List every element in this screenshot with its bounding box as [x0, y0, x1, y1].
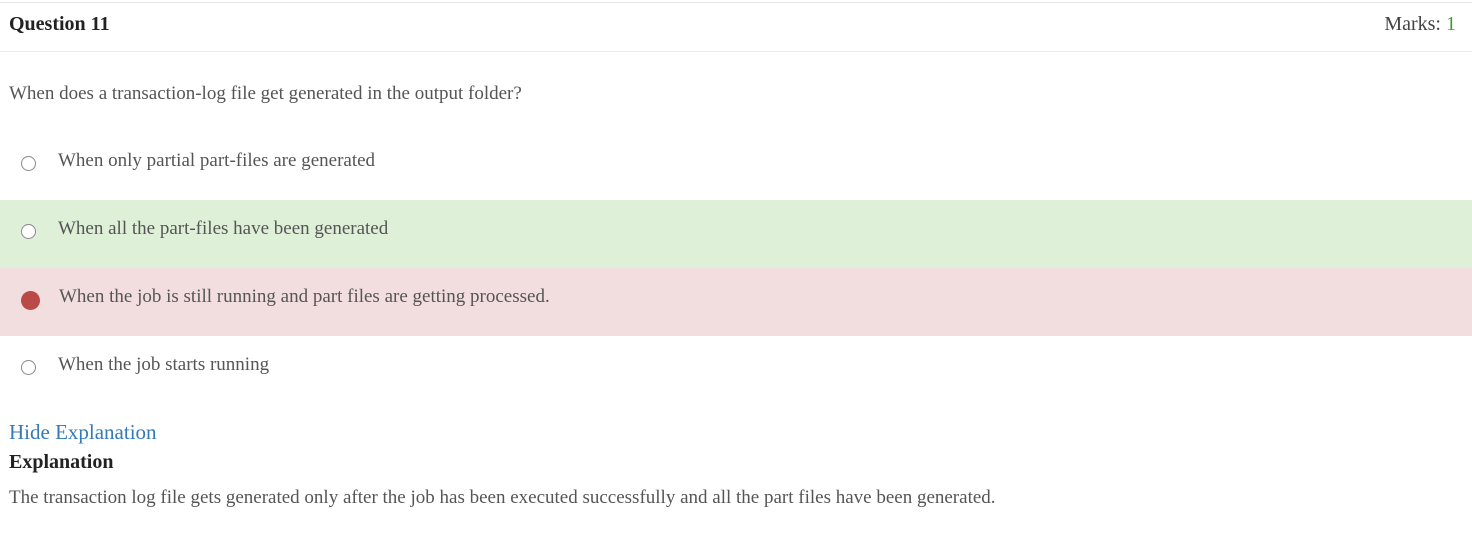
- answer-option-1[interactable]: When only partial part-files are generat…: [0, 132, 1472, 200]
- radio-button[interactable]: [21, 224, 36, 239]
- radio-button-selected[interactable]: [21, 291, 40, 310]
- answer-option-4[interactable]: When the job starts running: [0, 336, 1472, 404]
- answer-option-2-correct[interactable]: When all the part-files have been genera…: [0, 200, 1472, 268]
- answer-option-label: When only partial part-files are generat…: [58, 150, 376, 171]
- marks-value: 1: [1446, 13, 1456, 35]
- question-title: Question 11: [9, 13, 110, 35]
- explanation-title: Explanation: [9, 451, 114, 473]
- answer-option-3-selected-wrong[interactable]: When the job is still running and part f…: [0, 268, 1472, 336]
- marks-label: Marks:: [1384, 13, 1441, 35]
- answer-option-label: When all the part-files have been genera…: [58, 218, 389, 239]
- answer-option-label: When the job starts running: [58, 354, 270, 375]
- marks: Marks: 1: [1384, 13, 1456, 36]
- question-header: Question 11 Marks: 1: [0, 3, 1472, 52]
- explanation-text: The transaction log file gets generated …: [9, 487, 996, 508]
- radio-button[interactable]: [21, 360, 36, 375]
- question-text: When does a transaction-log file get gen…: [9, 83, 522, 104]
- answer-option-label: When the job is still running and part f…: [59, 286, 550, 307]
- radio-button[interactable]: [21, 156, 36, 171]
- hide-explanation-link[interactable]: Hide Explanation: [9, 420, 157, 445]
